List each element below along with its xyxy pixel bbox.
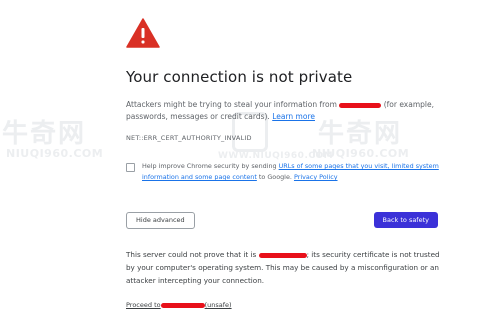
proceed-before: Proceed to: [126, 301, 161, 309]
reporting-opt-in: Help improve Chrome security by sending …: [126, 161, 446, 183]
back-to-safety-button[interactable]: Back to safety: [373, 212, 438, 228]
warning-triangle-icon: [126, 18, 160, 48]
details-text: This server could not prove that it is ;…: [126, 248, 446, 287]
watermark-text: 牛奇网: [2, 119, 87, 149]
page-title: Your connection is not private: [126, 68, 353, 86]
proceed-row: Proceed to (unsafe): [126, 301, 446, 309]
intro-before: Attackers might be trying to steal your …: [126, 100, 337, 109]
proceed-after: (unsafe): [204, 301, 232, 309]
checkbox-mid: to Google.: [258, 173, 292, 181]
privacy-policy-link[interactable]: Privacy Policy: [294, 173, 338, 181]
redacted-domain: [258, 252, 307, 258]
checkbox-before: Help improve Chrome security by sending: [142, 162, 277, 170]
learn-more-link[interactable]: Learn more: [272, 112, 315, 121]
proceed-unsafe-link[interactable]: Proceed to (unsafe): [126, 301, 232, 309]
details-before: This server could not prove that it is: [126, 250, 257, 259]
watermark-url: NIUQI960.COM: [6, 147, 104, 160]
intro-text: Attackers might be trying to steal your …: [126, 99, 441, 123]
redacted-domain: [339, 102, 382, 108]
error-code: NET::ERR_CERT_AUTHORITY_INVALID: [126, 134, 252, 142]
button-row: Hide advanced Back to safety: [126, 212, 446, 230]
interstitial-content: Your connection is not private Attackers…: [126, 18, 446, 309]
reporting-checkbox[interactable]: [126, 163, 135, 172]
hide-advanced-button[interactable]: Hide advanced: [126, 212, 195, 229]
redacted-domain: [160, 302, 205, 308]
reporting-label: Help improve Chrome security by sending …: [142, 161, 442, 183]
